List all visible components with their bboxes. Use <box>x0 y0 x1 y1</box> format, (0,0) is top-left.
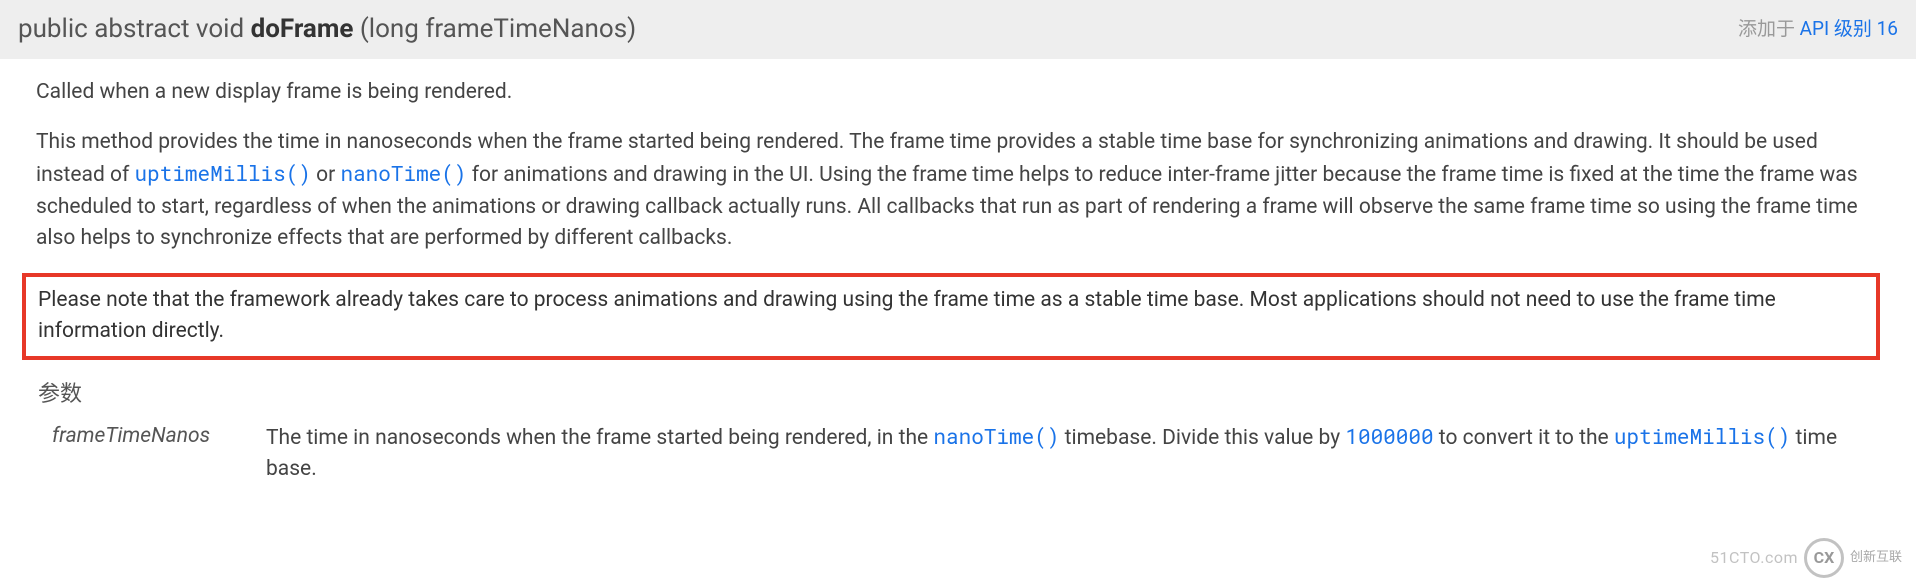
watermark-url: 51CTO.com <box>1710 546 1798 570</box>
note-text: Please note that the framework already t… <box>38 288 1776 344</box>
nanotime-link-2[interactable]: nanoTime() <box>933 422 1059 450</box>
param-row: frameTimeNanos The time in nanoseconds w… <box>52 419 1880 486</box>
divisor-constant: 1000000 <box>1345 422 1433 450</box>
method-signature: public abstract void doFrame (long frame… <box>18 10 636 49</box>
uptimemillis-link[interactable]: uptimeMillis() <box>135 159 311 187</box>
param-name: frameTimeNanos <box>52 419 242 486</box>
method-signature-bar: public abstract void doFrame (long frame… <box>0 0 1916 59</box>
watermark-logo-icon: CX <box>1804 538 1844 578</box>
signature-method-name: doFrame <box>251 14 354 44</box>
api-level-link[interactable]: API 级别 16 <box>1800 17 1898 40</box>
description-paragraph: This method provides the time in nanosec… <box>36 127 1880 255</box>
doc-content: Called when a new display frame is being… <box>0 77 1916 504</box>
uptimemillis-link-2[interactable]: uptimeMillis() <box>1614 422 1790 450</box>
note-highlight-box: Please note that the framework already t… <box>22 273 1880 360</box>
desc-text-b: or <box>311 163 341 187</box>
signature-prefix: public abstract void <box>18 14 251 44</box>
summary-paragraph: Called when a new display frame is being… <box>36 77 1880 109</box>
nanotime-link[interactable]: nanoTime() <box>340 159 466 187</box>
watermark-cn: 创新互联 <box>1850 548 1902 568</box>
watermark: 51CTO.com CX 创新互联 <box>1710 538 1902 578</box>
param-description: The time in nanoseconds when the frame s… <box>266 419 1880 486</box>
api-added-label: 添加于 API 级别 16 <box>1738 15 1898 44</box>
param-desc-b: timebase. Divide this value by <box>1059 426 1345 450</box>
param-desc-a: The time in nanoseconds when the frame s… <box>266 426 933 450</box>
signature-params: (long frameTimeNanos) <box>353 14 636 44</box>
param-desc-c: to convert it to the <box>1434 426 1614 450</box>
params-heading: 参数 <box>38 378 1880 411</box>
api-added-prefix: 添加于 <box>1738 17 1800 40</box>
